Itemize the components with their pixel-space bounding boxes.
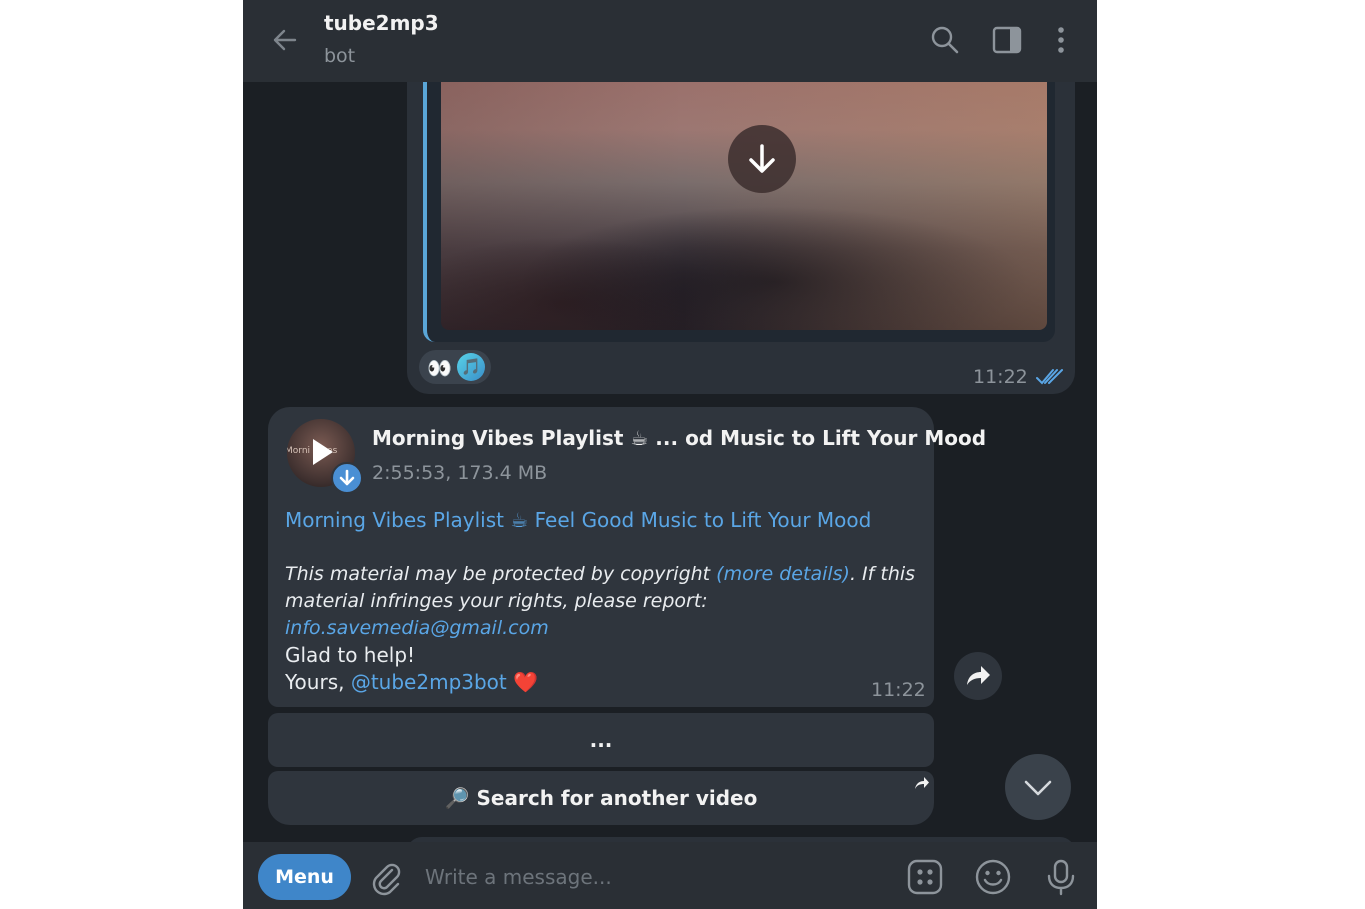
report-email-link[interactable]: info.savemedia@gmail.com [285,617,549,639]
telegram-chat-window: tube2mp3 bot 👀 🎵 11:22 Morni Vibes Morni… [243,0,1097,909]
file-title: Morning Vibes Playlist ☕ ... od Music to… [372,426,987,450]
music-note-reaction[interactable]: 🎵 [457,353,485,381]
download-arrow-icon [749,144,775,173]
file-duration-size: 2:55:53, 173.4 MB [372,462,548,484]
inline-button-search-another[interactable]: 🔎 Search for another video [268,771,934,825]
forward-arrow-icon [967,666,990,685]
message-list[interactable]: 👀 🎵 11:22 Morni Vibes Morning Vibes Play… [243,82,1097,842]
download-arrow-icon [339,469,355,486]
bot-menu-button[interactable]: Menu [258,854,351,900]
incoming-file-message[interactable]: Morni Vibes Morning Vibes Playlist ☕ ...… [268,407,986,707]
video-title-link[interactable]: Morning Vibes Playlist ☕ Feel Good Music… [285,507,925,534]
emoji-icon[interactable] [974,858,1012,896]
chat-header: tube2mp3 bot [243,0,1097,82]
bot-commands-icon[interactable] [906,858,944,896]
thanks-line: Glad to help! [285,643,416,667]
double-check-icon [1036,369,1063,385]
side-panel-icon[interactable] [989,22,1025,58]
play-icon[interactable] [313,439,333,465]
video-link[interactable]: Morning Vibes Playlist ☕ Feel Good Music… [285,508,871,532]
eyes-reaction[interactable]: 👀 [427,356,452,380]
message-time: 11:22 [871,679,926,701]
search-another-label: 🔎 Search for another video [444,786,758,810]
heart-emoji: ❤️ [513,670,539,694]
message-input[interactable] [423,856,877,898]
paperclip-icon[interactable] [367,858,405,896]
outgoing-media-message[interactable]: 👀 🎵 11:22 [407,82,1075,394]
bot-handle-link[interactable]: @tube2mp3bot [351,670,507,694]
chevron-down-icon [1024,780,1052,796]
inline-button-more[interactable]: ... [268,713,934,767]
message-time: 11:22 [973,366,1028,388]
copyright-text-1: This material may be protected by copyri… [285,563,717,585]
file-download-button[interactable] [331,462,363,494]
search-icon[interactable] [927,22,963,58]
message-composer: Menu [243,842,1097,909]
chat-subtitle: bot [324,45,356,67]
blurred-video-thumbnail[interactable] [441,82,1047,330]
media-preview-frame [423,82,1055,342]
back-arrow-icon[interactable] [267,22,303,58]
microphone-icon[interactable] [1042,858,1080,896]
more-vertical-icon[interactable] [1043,22,1079,58]
signature-line: Yours, @tube2mp3bot ❤️ [285,669,925,696]
reactions-bar[interactable]: 👀 🎵 [419,350,491,384]
chat-title[interactable]: tube2mp3 [324,11,439,35]
scroll-to-bottom-button[interactable] [1005,754,1071,820]
copyright-notice: This material may be protected by copyri… [285,561,925,642]
forward-message-button[interactable] [954,652,1002,700]
download-button[interactable] [728,125,796,193]
more-details-link[interactable]: (more details) [716,563,850,585]
switch-inline-arrow-icon [915,777,929,789]
signature-prefix: Yours, [285,670,351,694]
